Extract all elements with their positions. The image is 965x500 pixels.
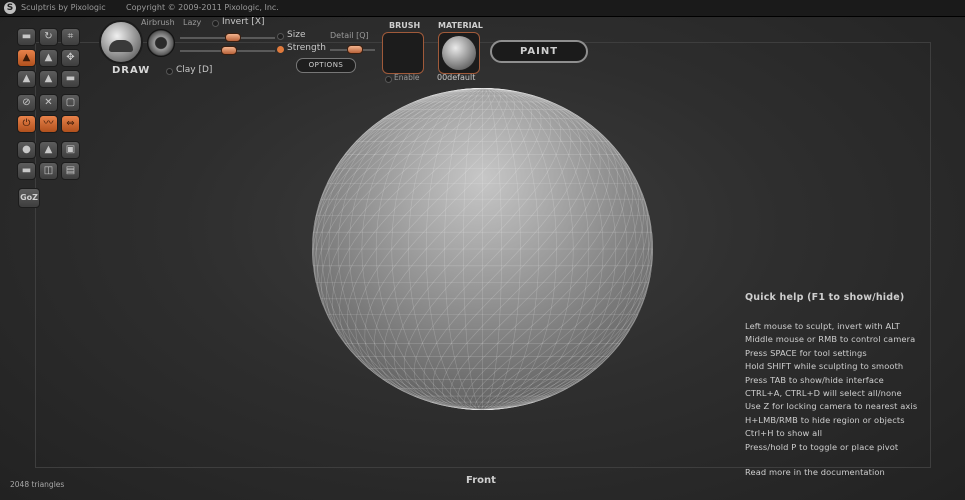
hide-icon[interactable]: ◫ <box>39 162 58 180</box>
material-title: MATERIAL <box>438 21 483 30</box>
draw-label: DRAW <box>112 65 151 76</box>
copyright-text: Copyright © 2009-2011 Pixologic, Inc. <box>126 3 279 12</box>
smooth-icon[interactable]: ▬ <box>61 70 80 88</box>
quick-help-line: Use Z for locking camera to nearest axis <box>745 401 918 412</box>
brush-alpha-icon[interactable] <box>147 29 175 57</box>
clay-label: Clay [D] <box>176 65 213 75</box>
pinch-icon[interactable]: ▲ <box>39 70 58 88</box>
rotate-view-icon[interactable]: ⊘ <box>17 94 36 112</box>
quick-help-line: Middle mouse or RMB to control camera <box>745 334 916 345</box>
app-title: Sculptris by Pixologic <box>21 3 106 12</box>
triangle-count: 2048 triangles <box>10 480 65 489</box>
size-label: Size <box>287 30 306 40</box>
quick-help-line: H+LMB/RMB to hide region or objects <box>745 414 905 425</box>
tool-group-transform: ⊘ ✕ ▢ ⏻ 〰 ⇔ <box>17 94 80 133</box>
documentation-link[interactable]: Read more in the documentation <box>745 467 960 477</box>
size-radio[interactable] <box>277 33 284 40</box>
detail-slider-knob[interactable] <box>347 45 363 54</box>
mesh-edge <box>313 88 483 224</box>
strength-label: Strength <box>287 43 326 53</box>
paint-button[interactable]: PAINT <box>490 40 588 63</box>
plane-icon[interactable]: ▬ <box>17 162 36 180</box>
mesh-wireframe <box>312 88 653 410</box>
view-label: Front <box>466 475 496 486</box>
strength-radio[interactable] <box>277 46 284 53</box>
strength-slider-knob[interactable] <box>220 46 237 55</box>
mesh-edge <box>383 88 542 410</box>
brush-title: BRUSH <box>389 21 421 30</box>
enable-radio[interactable] <box>385 76 392 83</box>
symmetry-icon[interactable]: ⇔ <box>61 115 80 133</box>
material-name: 00default <box>437 73 476 82</box>
quick-help-line: CTRL+A, CTRL+D will select all/none <box>745 387 902 398</box>
draw-tool-icon[interactable]: ▲ <box>17 49 36 67</box>
frame-icon[interactable]: ▢ <box>61 94 80 112</box>
inflate-icon[interactable]: ▲ <box>17 70 36 88</box>
airbrush-toggle[interactable]: Airbrush <box>141 18 175 27</box>
sphere-icon[interactable]: ● <box>17 141 36 159</box>
material-ball-icon <box>442 36 476 70</box>
quick-help-line: Press/hold P to toggle or place pivot <box>745 441 899 452</box>
brush-preview[interactable] <box>382 32 424 74</box>
rotate-icon[interactable]: ↻ <box>39 28 58 46</box>
clay-radio[interactable] <box>166 68 173 75</box>
enable-label: Enable <box>394 73 420 82</box>
size-slider-knob[interactable] <box>224 33 241 42</box>
mask-icon[interactable]: ▣ <box>61 141 80 159</box>
quick-help-line: Press TAB to show/hide interface <box>745 374 884 385</box>
save-icon[interactable]: ▤ <box>61 162 80 180</box>
tool-group-object: ● ▲ ▣ ▬ ◫ ▤ <box>17 141 80 180</box>
quick-help-lines: Left mouse to sculpt, invert with ALT Mid… <box>745 320 960 454</box>
material-preview[interactable] <box>438 32 480 74</box>
crease-icon[interactable]: 〰 <box>39 115 58 133</box>
crop-icon[interactable]: ⌗ <box>61 28 80 46</box>
tool-group-sculpt: ▬ ↻ ⌗ ▲ ▲ ✥ ▲ ▲ ▬ <box>17 28 80 88</box>
move-icon[interactable]: ✥ <box>61 49 80 67</box>
scale-icon[interactable]: ✕ <box>39 94 58 112</box>
power-icon[interactable]: ⏻ <box>17 115 36 133</box>
quick-help-title: Quick help (F1 to show/hide) <box>745 292 905 303</box>
invert-radio[interactable] <box>212 20 219 27</box>
quick-help-panel: Quick help (F1 to show/hide) Left mouse … <box>745 292 960 477</box>
invert-label: Invert [X] <box>222 17 265 27</box>
mesh-edge <box>482 274 652 410</box>
sculpt-icon[interactable]: ▲ <box>39 141 58 159</box>
title-bar: S Sculptris by Pixologic Copyright © 200… <box>0 0 965 17</box>
lazy-toggle[interactable]: Lazy <box>183 18 201 27</box>
grab-icon[interactable]: ▬ <box>17 28 36 46</box>
sculpt-sphere[interactable] <box>312 88 653 410</box>
quick-help-line: Left mouse to sculpt, invert with ALT <box>745 321 900 331</box>
flatten-icon[interactable]: ▲ <box>39 49 58 67</box>
options-button[interactable]: OPTIONS <box>296 58 356 73</box>
quick-help-line: Ctrl+H to show all <box>745 428 823 439</box>
sculptris-logo-icon: S <box>4 2 16 14</box>
mesh-edge <box>423 88 582 410</box>
quick-help-line: Press SPACE for tool settings <box>745 347 867 358</box>
quick-help-line: Hold SHIFT while sculpting to smooth <box>745 361 904 372</box>
goz-button[interactable]: GoZ <box>18 188 40 208</box>
draw-brush-icon[interactable] <box>99 20 143 64</box>
mesh-edge <box>432 91 592 410</box>
mesh-edge <box>373 88 533 407</box>
detail-label: Detail [Q] <box>330 31 369 40</box>
